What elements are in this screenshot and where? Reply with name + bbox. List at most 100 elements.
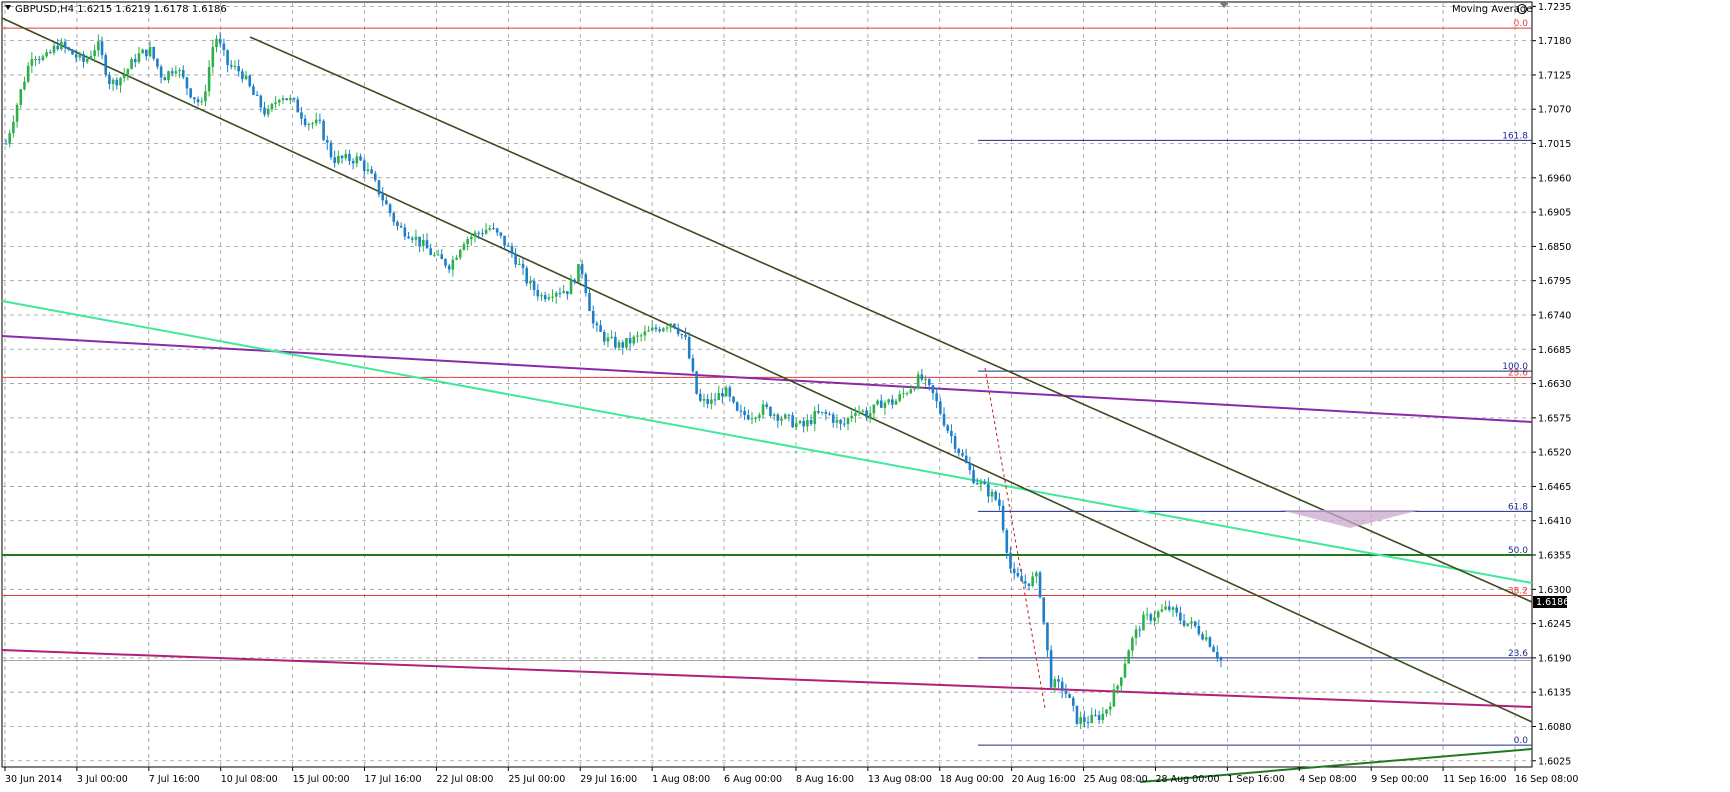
candle-body	[289, 98, 292, 101]
x-tick-label: 1 Sep 16:00	[1227, 774, 1284, 785]
candle-body	[266, 109, 270, 115]
candle-body	[964, 455, 968, 463]
candle-body	[241, 71, 244, 80]
candle-body	[303, 118, 307, 126]
candle-body	[591, 310, 595, 324]
candle-body	[669, 323, 673, 328]
x-tick-label: 15 Jul 00:00	[293, 774, 350, 785]
candle-body	[159, 66, 163, 78]
candle-body	[732, 396, 735, 403]
candle-body	[972, 470, 975, 484]
candle-body	[614, 336, 617, 348]
candle-body	[15, 104, 19, 122]
candle-body	[1208, 637, 1212, 647]
candle-body	[990, 491, 994, 497]
candle-body	[370, 169, 373, 174]
candle-body	[698, 393, 702, 401]
candle-body	[455, 257, 458, 260]
x-tick-label: 9 Sep 00:00	[1371, 774, 1428, 785]
candle-body	[344, 153, 348, 159]
candle-body	[1042, 597, 1046, 623]
candle-body	[758, 414, 761, 418]
candle-body	[876, 400, 879, 405]
candle-body	[776, 414, 780, 421]
candle-body	[636, 335, 639, 337]
candle-body	[4, 143, 8, 145]
candle-body	[49, 52, 52, 54]
candle-body	[702, 399, 706, 401]
level-label: 0.0	[1514, 19, 1529, 29]
candle-body	[1167, 606, 1171, 610]
candle-body	[1031, 576, 1034, 586]
candle-body	[141, 49, 144, 54]
candle-body	[410, 238, 414, 240]
candle-body	[104, 55, 108, 75]
candle-body	[337, 155, 340, 163]
candle-body	[898, 394, 902, 401]
candle-body	[1219, 657, 1223, 661]
candle-body	[975, 483, 979, 485]
y-tick-label: 1.6135	[1538, 688, 1571, 699]
candle-body	[562, 291, 565, 293]
candle-body	[1149, 614, 1153, 621]
candle-body	[772, 414, 776, 416]
candle-body	[529, 280, 532, 284]
candle-body	[1134, 629, 1138, 639]
candle-body	[602, 331, 606, 342]
y-tick-label: 1.6245	[1538, 619, 1571, 630]
candle-body	[909, 389, 913, 394]
x-tick-label: 8 Aug 16:00	[796, 774, 854, 785]
candle-body	[226, 50, 229, 66]
candle-body	[1049, 650, 1053, 688]
y-tick-label: 1.7015	[1538, 139, 1571, 150]
candle-body	[961, 453, 964, 456]
candle-body	[322, 120, 325, 141]
candle-body	[377, 180, 381, 195]
candle-body	[1212, 646, 1215, 652]
candle-body	[1186, 623, 1190, 626]
candle-body	[632, 336, 636, 344]
price-chart[interactable]: 0.023.638.2161.8100.061.850.023.60.0 GBP…	[0, 0, 1730, 788]
candle-body	[935, 393, 938, 402]
candle-body	[861, 410, 865, 412]
candle-body	[979, 482, 983, 485]
y-tick-label: 1.6025	[1538, 756, 1571, 767]
candle-body	[296, 99, 300, 113]
candle-body	[569, 279, 573, 295]
candle-body	[248, 75, 252, 87]
x-tick-label: 7 Jul 16:00	[149, 774, 200, 785]
candle-body	[710, 399, 713, 404]
candle-body	[362, 160, 366, 171]
candle-body	[610, 336, 613, 338]
candle-body	[1123, 663, 1127, 678]
candle-body	[891, 399, 894, 405]
candle-body	[998, 499, 1001, 506]
candle-body	[584, 274, 588, 294]
candle-body	[26, 65, 30, 82]
candle-body	[229, 65, 233, 67]
candle-body	[1075, 705, 1079, 724]
candle-body	[111, 79, 115, 85]
candle-body	[1016, 573, 1020, 577]
candle-body	[407, 236, 410, 239]
candle-body	[163, 77, 167, 81]
candle-body	[333, 157, 336, 163]
y-tick-label: 1.7070	[1538, 105, 1571, 116]
candle-body	[447, 265, 451, 270]
y-tick-label: 1.7180	[1538, 36, 1571, 47]
x-tick-label: 29 Jul 16:00	[580, 774, 637, 785]
chart-window[interactable]: 0.0 23.6 38.2 161.8 100.0 61.8 50.0 23.6 0.0 GBP…	[0, 0, 1730, 788]
candle-body	[300, 112, 303, 119]
candle-body	[63, 41, 67, 48]
y-tick-label: 1.6960	[1538, 173, 1571, 184]
candle-body	[259, 95, 263, 108]
candle-body	[1156, 611, 1160, 618]
candle-body	[237, 66, 240, 72]
y-tick-label: 1.6575	[1538, 413, 1571, 424]
candle-body	[813, 411, 817, 424]
x-tick-label: 11 Sep 16:00	[1443, 774, 1506, 785]
candle-body	[89, 56, 93, 59]
candle-body	[894, 400, 898, 405]
candle-body	[314, 119, 318, 124]
candle-body	[1086, 721, 1090, 723]
